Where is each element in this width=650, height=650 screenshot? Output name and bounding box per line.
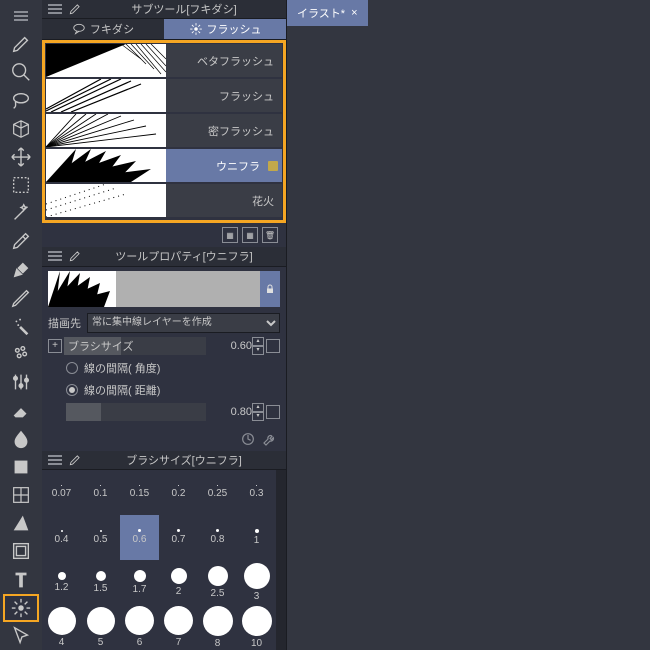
- list-item-selected[interactable]: ウニフラ: [46, 149, 282, 182]
- tool-frame[interactable]: [3, 537, 39, 565]
- balloon-icon: [72, 23, 86, 35]
- size-cell[interactable]: 4: [42, 605, 81, 650]
- tab-balloon[interactable]: フキダシ: [42, 19, 164, 39]
- tool-text[interactable]: [3, 565, 39, 593]
- menu-icon[interactable]: [48, 4, 62, 14]
- tool-marquee[interactable]: [3, 171, 39, 199]
- brushsize-title: ブラシサイズ[ウニフラ]: [88, 452, 280, 468]
- list-item[interactable]: ベタフラッシュ: [46, 44, 282, 77]
- lock-icon: [268, 161, 278, 171]
- tool-fill[interactable]: [3, 453, 39, 481]
- subtool-header: サブツール[フキダシ]: [42, 0, 286, 19]
- brush-icon: [68, 249, 82, 263]
- brushsize-header: ブラシサイズ[ウニフラ]: [42, 451, 286, 470]
- size-cell[interactable]: 0.07: [42, 470, 81, 515]
- tool-marker[interactable]: [3, 340, 39, 368]
- tool-lasso[interactable]: [3, 87, 39, 115]
- main-toolbar: [0, 0, 42, 650]
- tool-brush[interactable]: [3, 30, 39, 58]
- brush-size-slider[interactable]: ブラシサイズ: [64, 337, 206, 355]
- scrollbar[interactable]: [276, 470, 286, 650]
- radio-interval-dist[interactable]: [66, 384, 78, 396]
- brush-icon: [68, 2, 82, 16]
- subtool-delete-button[interactable]: 🗑: [262, 227, 278, 243]
- tool-shape[interactable]: [3, 509, 39, 537]
- size-cell[interactable]: 8: [198, 605, 237, 650]
- stepper[interactable]: ▴▾: [252, 403, 264, 421]
- size-cell[interactable]: 0.2: [159, 470, 198, 515]
- list-item[interactable]: フラッシュ: [46, 79, 282, 112]
- size-cell[interactable]: 7: [159, 605, 198, 650]
- tool-flash[interactable]: [3, 594, 39, 622]
- size-cell[interactable]: 0.1: [81, 470, 120, 515]
- list-item[interactable]: 花火: [46, 184, 282, 217]
- size-cell[interactable]: 6: [120, 605, 159, 650]
- draw-dest-label: 描画先: [48, 315, 81, 331]
- subtool-title: サブツール[フキダシ]: [88, 1, 280, 17]
- interval-value: 0.80: [210, 406, 252, 418]
- size-cell[interactable]: 0.15: [120, 470, 159, 515]
- property-title: ツールプロパティ[ウニフラ]: [88, 248, 280, 264]
- size-cell[interactable]: 0.7: [159, 515, 198, 560]
- size-cell[interactable]: 1.5: [81, 560, 120, 605]
- size-cell[interactable]: 0.8: [198, 515, 237, 560]
- size-cell[interactable]: 1.2: [42, 560, 81, 605]
- size-cell[interactable]: 10: [237, 605, 276, 650]
- subtool-dup-button[interactable]: ▦: [242, 227, 258, 243]
- menu-icon[interactable]: [48, 455, 62, 465]
- size-cell[interactable]: 0.3: [237, 470, 276, 515]
- expand-button[interactable]: +: [48, 339, 62, 353]
- list-item[interactable]: 密フラッシュ: [46, 114, 282, 147]
- tool-move[interactable]: [3, 143, 39, 171]
- subtool-list: ベタフラッシュ フラッシュ 密フラッシュ ウニフラ 花火: [42, 40, 286, 223]
- tool-eyedropper[interactable]: [3, 227, 39, 255]
- tool-airbrush[interactable]: [3, 312, 39, 340]
- tool-eraser[interactable]: [3, 396, 39, 424]
- tool-wand[interactable]: [3, 199, 39, 227]
- property-preview: [48, 271, 280, 307]
- tab-flash[interactable]: フラッシュ: [164, 19, 286, 39]
- wrench-icon[interactable]: [262, 431, 278, 447]
- tool-pen[interactable]: [3, 256, 39, 284]
- tool-menu[interactable]: [3, 2, 39, 30]
- size-cell[interactable]: 0.5: [81, 515, 120, 560]
- tool-blend[interactable]: [3, 425, 39, 453]
- flash-icon: [189, 22, 203, 36]
- subtool-add-button[interactable]: ▦: [222, 227, 238, 243]
- brush-size-value: 0.60: [210, 340, 252, 352]
- size-cell[interactable]: 3: [237, 560, 276, 605]
- size-cell[interactable]: 2: [159, 560, 198, 605]
- close-icon[interactable]: ×: [351, 7, 357, 19]
- link-icon[interactable]: [266, 339, 280, 353]
- lock-button[interactable]: [260, 271, 280, 307]
- size-cell[interactable]: 5: [81, 605, 120, 650]
- tool-pointer[interactable]: [3, 622, 39, 650]
- tool-magnify[interactable]: [3, 58, 39, 86]
- reset-icon[interactable]: [240, 431, 256, 447]
- tool-adjust[interactable]: [3, 368, 39, 396]
- canvas-tab[interactable]: イラスト* ×: [287, 0, 368, 26]
- canvas-area: イラスト* ×: [287, 0, 650, 650]
- menu-icon[interactable]: [48, 251, 62, 261]
- link-icon[interactable]: [266, 405, 280, 419]
- property-header: ツールプロパティ[ウニフラ]: [42, 247, 286, 266]
- size-grid: 0.070.10.150.20.250.3 0.40.50.60.70.81 1.2…: [42, 470, 276, 650]
- brush-icon: [68, 453, 82, 467]
- size-cell[interactable]: 0.25: [198, 470, 237, 515]
- draw-dest-select[interactable]: 常に集中線レイヤーを作成: [87, 313, 280, 333]
- subtool-tabs: フキダシ フラッシュ: [42, 19, 286, 40]
- size-cell[interactable]: 0.4: [42, 515, 81, 560]
- radio-interval-angle[interactable]: [66, 362, 78, 374]
- size-cell[interactable]: 1: [237, 515, 276, 560]
- interval-slider[interactable]: [66, 403, 206, 421]
- stepper[interactable]: ▴▾: [252, 337, 264, 355]
- tool-grid[interactable]: [3, 481, 39, 509]
- size-cell[interactable]: 0.6: [120, 515, 159, 560]
- tool-cube[interactable]: [3, 115, 39, 143]
- tool-pencil[interactable]: [3, 284, 39, 312]
- size-cell[interactable]: 1.7: [120, 560, 159, 605]
- size-cell[interactable]: 2.5: [198, 560, 237, 605]
